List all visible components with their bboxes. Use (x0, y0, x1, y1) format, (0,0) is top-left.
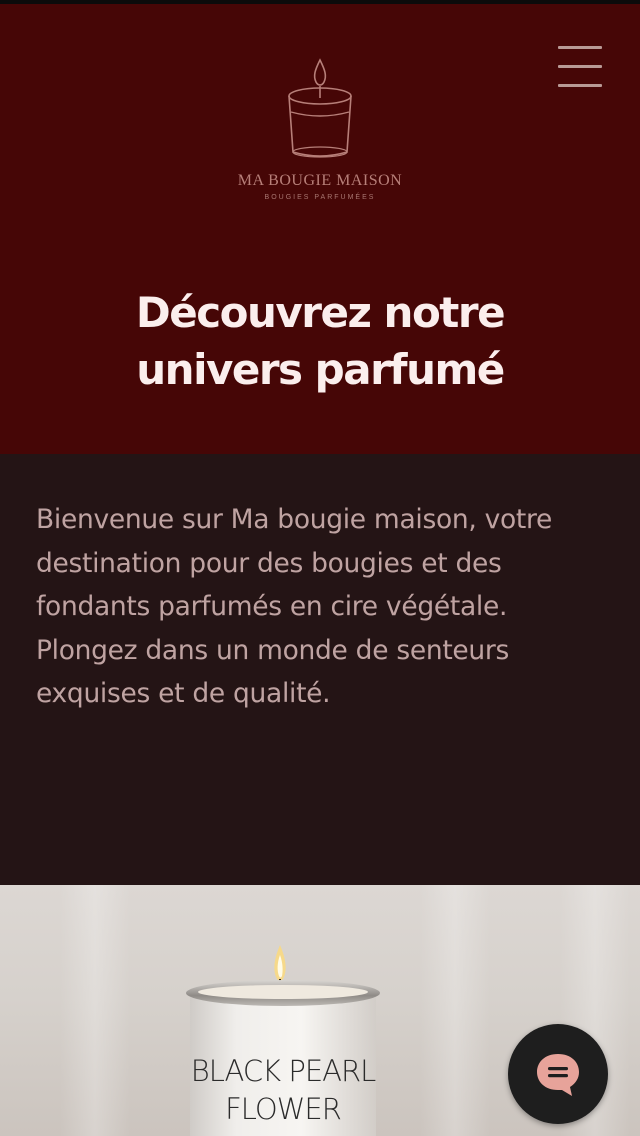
candle-icon (288, 58, 352, 158)
brand-logo[interactable]: MA BOUGIE MAISON BOUGIES PARFUMÉES (220, 58, 420, 208)
jar-wax (198, 985, 368, 999)
drape-highlight (420, 885, 490, 1136)
candle-label-line-2: FLOWER (225, 1092, 342, 1126)
brand-name: MA BOUGIE MAISON (237, 172, 403, 189)
page-headline: Découvrez notre univers parfumé (40, 284, 600, 398)
menu-button[interactable] (556, 44, 604, 90)
headline-line-2: univers parfumé (136, 345, 505, 394)
chat-button[interactable] (508, 1024, 608, 1124)
chat-bubble-icon (537, 1054, 579, 1096)
intro-text: Bienvenue sur Ma bougie maison, votre de… (36, 504, 553, 709)
drape-highlight (60, 885, 130, 1136)
site-header: MA BOUGIE MAISON BOUGIES PARFUMÉES Décou… (0, 4, 640, 454)
intro-section: Bienvenue sur Ma bougie maison, votre de… (0, 454, 640, 885)
candle-label-line-1: BLACK PEARL (190, 1054, 377, 1088)
headline-line-1: Découvrez notre (135, 288, 506, 337)
candle-label: BLACK PEARL FLOWER (190, 1052, 377, 1128)
menu-line (558, 65, 602, 68)
brand-tagline: BOUGIES PARFUMÉES (264, 194, 376, 201)
hamburger-menu-icon (558, 46, 602, 49)
menu-line (558, 84, 602, 87)
candle-jar: BLACK PEARL FLOWER (186, 980, 380, 1136)
